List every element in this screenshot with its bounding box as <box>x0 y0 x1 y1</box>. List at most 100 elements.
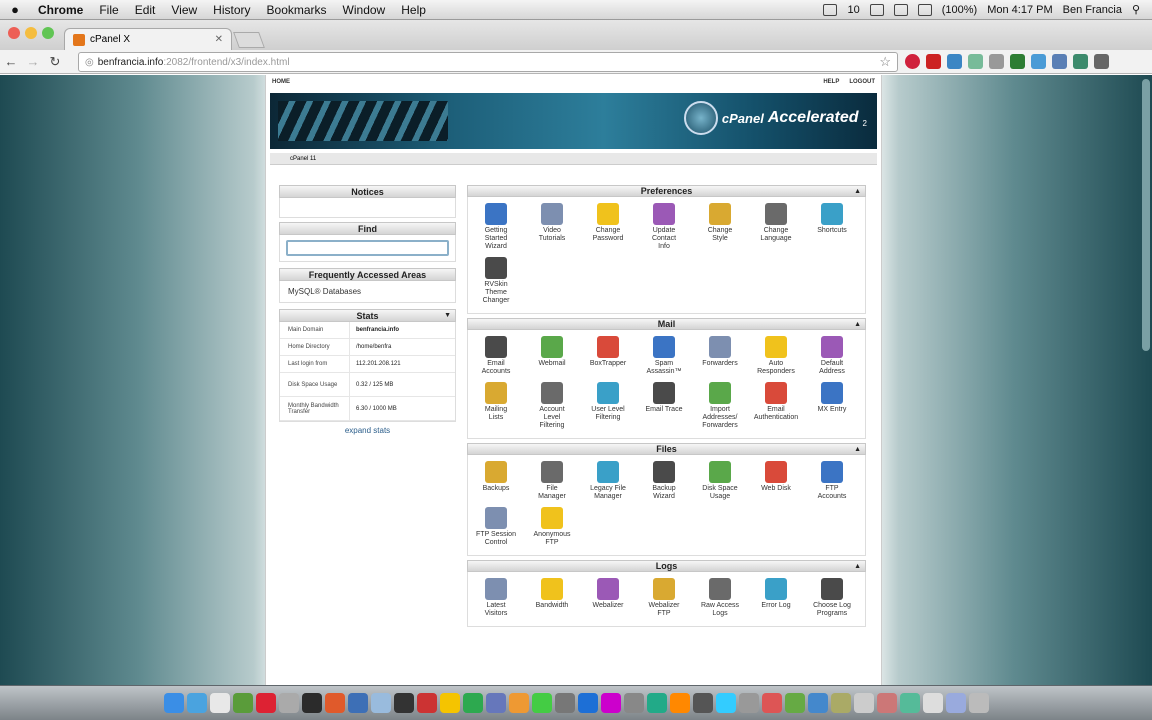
apple-icon[interactable]: ● <box>0 2 30 17</box>
dock-app-icon[interactable] <box>209 693 230 713</box>
menu-file[interactable]: File <box>91 3 126 17</box>
cpanel-feature-item[interactable]: Video Tutorials <box>524 201 580 255</box>
cpanel-feature-item[interactable]: FTP Session Control <box>468 505 524 551</box>
cpanel-feature-item[interactable]: Web Disk <box>748 459 804 505</box>
dock-app-icon[interactable] <box>485 693 506 713</box>
dock-app-icon[interactable] <box>301 693 322 713</box>
dock-app-icon[interactable] <box>416 693 437 713</box>
collapse-arrow-icon[interactable]: ▼ <box>444 310 451 322</box>
cpanel-feature-item[interactable]: Latest Visitors <box>468 576 524 622</box>
dock-app-icon[interactable] <box>899 693 920 713</box>
cpanel-feature-item[interactable]: Legacy File Manager <box>580 459 636 505</box>
cpanel-feature-item[interactable]: Webmail <box>524 334 580 380</box>
help-link[interactable]: HELP <box>823 79 839 85</box>
extension-icon[interactable] <box>968 54 983 69</box>
panel-header[interactable]: Mail ▲ <box>467 318 866 330</box>
mysql-databases-link[interactable]: MySQL® Databases <box>279 281 456 303</box>
close-tab-icon[interactable]: ✕ <box>215 34 223 45</box>
cpanel-feature-item[interactable]: Change Language <box>748 201 804 255</box>
dock-app-icon[interactable] <box>692 693 713 713</box>
dock-app-icon[interactable] <box>393 693 414 713</box>
cpanel-feature-item[interactable]: User Level Filtering <box>580 380 636 434</box>
cpanel-feature-item[interactable]: Disk Space Usage <box>692 459 748 505</box>
cpanel-feature-item[interactable]: Bandwidth <box>524 576 580 622</box>
dock-app-icon[interactable] <box>922 693 943 713</box>
collapse-arrow-icon[interactable]: ▲ <box>854 444 861 455</box>
dock-app-icon[interactable] <box>830 693 851 713</box>
dock-app-icon[interactable] <box>669 693 690 713</box>
stats-header[interactable]: Stats ▼ <box>279 309 456 322</box>
cpanel-feature-item[interactable]: Error Log <box>748 576 804 622</box>
home-link[interactable]: HOME <box>272 79 290 85</box>
scrollbar[interactable] <box>1142 79 1150 351</box>
extension-icon[interactable] <box>1031 54 1046 69</box>
browser-tab[interactable]: cPanel X ✕ <box>64 28 232 50</box>
panel-header[interactable]: Logs ▲ <box>467 560 866 572</box>
address-bar[interactable]: ◎ benfrancia.info:2082/frontend/x3/index… <box>78 52 898 72</box>
dock-app-icon[interactable] <box>462 693 483 713</box>
dock-app-icon[interactable] <box>646 693 667 713</box>
dock-app-icon[interactable] <box>853 693 874 713</box>
dock-app-icon[interactable] <box>347 693 368 713</box>
dock-app-icon[interactable] <box>807 693 828 713</box>
minimize-window-icon[interactable] <box>25 27 37 39</box>
cpanel-feature-item[interactable]: Email Authentication <box>748 380 804 434</box>
cpanel-feature-item[interactable]: Backups <box>468 459 524 505</box>
dock-app-icon[interactable] <box>232 693 253 713</box>
collapse-arrow-icon[interactable]: ▲ <box>854 319 861 330</box>
extension-icon[interactable] <box>1052 54 1067 69</box>
pinterest-icon[interactable] <box>905 54 920 69</box>
spotlight-icon[interactable]: ⚲ <box>1132 3 1140 16</box>
cpanel-feature-item[interactable]: Anonymous FTP <box>524 505 580 551</box>
dock-app-icon[interactable] <box>439 693 460 713</box>
wifi-icon[interactable] <box>869 3 884 16</box>
close-window-icon[interactable] <box>8 27 20 39</box>
cpanel-feature-item[interactable]: Change Style <box>692 201 748 255</box>
menu-help[interactable]: Help <box>393 3 434 17</box>
reload-icon[interactable]: ↻ <box>44 54 66 70</box>
cpanel-feature-item[interactable]: BoxTrapper <box>580 334 636 380</box>
zoom-window-icon[interactable] <box>42 27 54 39</box>
dock-app-icon[interactable] <box>968 693 989 713</box>
cpanel-feature-item[interactable]: Spam Assassin™ <box>636 334 692 380</box>
menu-app-name[interactable]: Chrome <box>30 3 91 17</box>
panel-header[interactable]: Files ▲ <box>467 443 866 455</box>
cpanel-feature-item[interactable]: RVSkin Theme Changer <box>468 255 524 309</box>
bookmark-star-icon[interactable]: ☆ <box>879 54 897 70</box>
cpanel-feature-item[interactable]: FTP Accounts <box>804 459 860 505</box>
dock-app-icon[interactable] <box>945 693 966 713</box>
menu-edit[interactable]: Edit <box>127 3 164 17</box>
cpanel-feature-item[interactable]: Update Contact Info <box>636 201 692 255</box>
status-icon[interactable] <box>823 3 838 16</box>
find-input[interactable] <box>286 239 449 256</box>
dock-app-icon[interactable] <box>554 693 575 713</box>
cpanel-feature-item[interactable]: Forwarders <box>692 334 748 380</box>
user-name[interactable]: Ben Francia <box>1063 4 1122 16</box>
cpanel-feature-item[interactable]: Raw Access Logs <box>692 576 748 622</box>
extension-icon[interactable] <box>989 54 1004 69</box>
cpanel-feature-item[interactable]: Webalizer <box>580 576 636 622</box>
menu-window[interactable]: Window <box>335 3 394 17</box>
dock-app-icon[interactable] <box>186 693 207 713</box>
panel-header[interactable]: Preferences ▲ <box>467 185 866 197</box>
cpanel-feature-item[interactable]: Shortcuts <box>804 201 860 255</box>
cpanel-feature-item[interactable]: Backup Wizard <box>636 459 692 505</box>
menu-bookmarks[interactable]: Bookmarks <box>259 3 335 17</box>
dock-app-icon[interactable] <box>623 693 644 713</box>
cpanel-feature-item[interactable]: Email Trace <box>636 380 692 434</box>
logout-link[interactable]: LOGOUT <box>849 79 875 85</box>
battery-icon[interactable] <box>917 3 932 16</box>
dock-app-icon[interactable] <box>577 693 598 713</box>
back-icon[interactable]: ← <box>0 54 22 69</box>
dock-app-icon[interactable] <box>531 693 552 713</box>
notification-badge[interactable]: 10 <box>847 4 859 16</box>
dock-app-icon[interactable] <box>370 693 391 713</box>
dock-app-icon[interactable] <box>715 693 736 713</box>
dock-app-icon[interactable] <box>738 693 759 713</box>
dock-app-icon[interactable] <box>324 693 345 713</box>
wrench-icon[interactable] <box>1094 54 1109 69</box>
evernote-icon[interactable] <box>1010 54 1025 69</box>
dock-app-icon[interactable] <box>876 693 897 713</box>
cpanel-feature-item[interactable]: Auto Responders <box>748 334 804 380</box>
new-tab-button[interactable] <box>233 32 265 48</box>
